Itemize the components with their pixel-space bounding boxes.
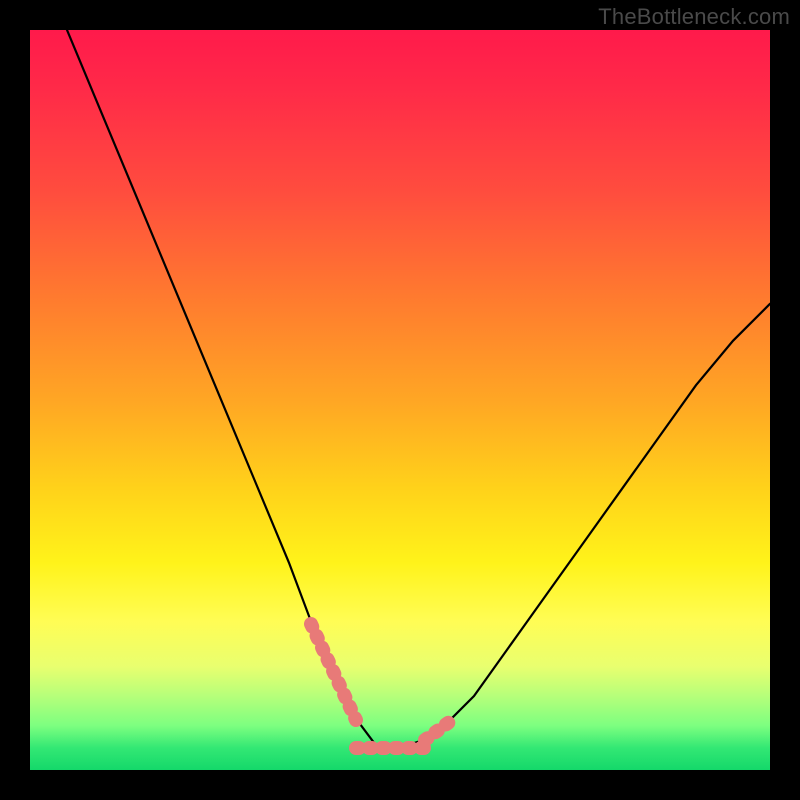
chart-svg [30,30,770,770]
trough-marker-right [425,720,452,740]
watermark-text: TheBottleneck.com [598,4,790,30]
plot-area [30,30,770,770]
chart-frame: TheBottleneck.com [0,0,800,800]
bottleneck-curve [67,30,770,748]
trough-markers [311,624,452,748]
trough-marker-left [311,624,356,720]
